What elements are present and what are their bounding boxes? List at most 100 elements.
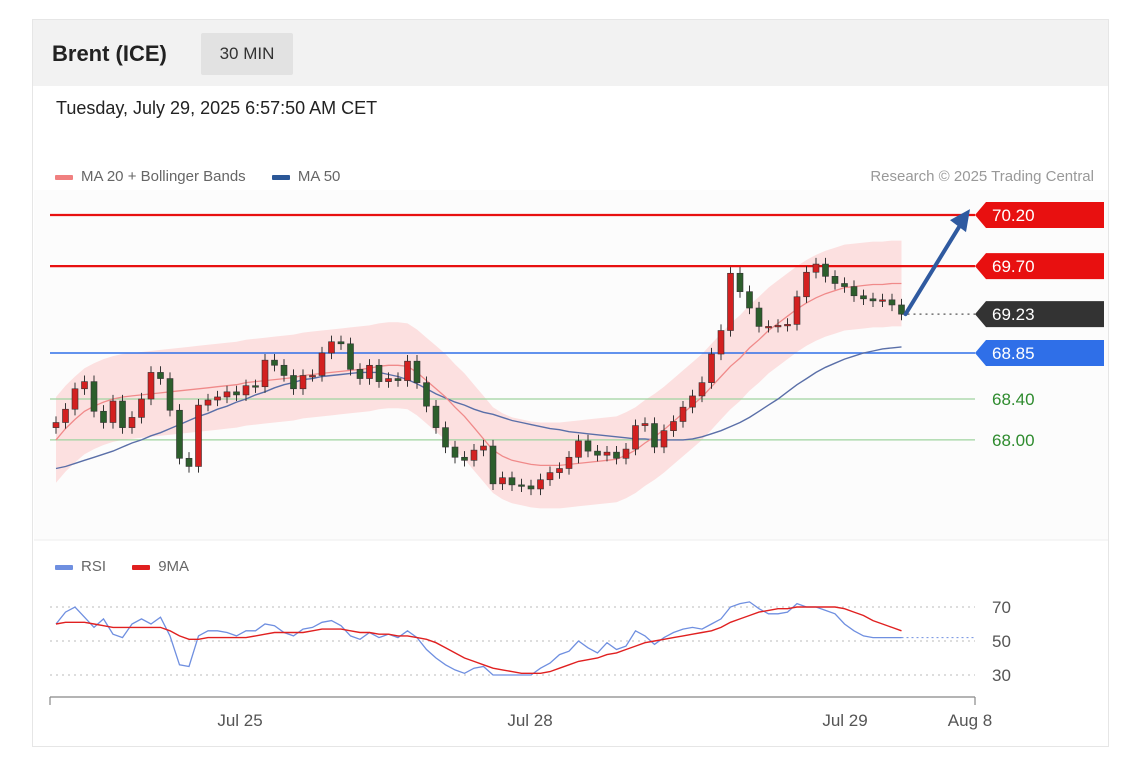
candle-body bbox=[375, 364, 383, 382]
candle-body bbox=[157, 372, 164, 379]
candle-body bbox=[556, 468, 563, 473]
candle-body bbox=[584, 440, 592, 452]
candle-body bbox=[746, 291, 753, 309]
candle-body bbox=[632, 425, 639, 450]
x-axis: Jul 25 Jul 28 Jul 29 Aug 8 bbox=[49, 696, 992, 730]
candle-body bbox=[565, 456, 573, 469]
candle-body bbox=[774, 325, 782, 328]
candle-body bbox=[100, 410, 107, 423]
candle-body bbox=[451, 446, 459, 458]
candle-body bbox=[831, 276, 839, 284]
candle-body bbox=[613, 451, 620, 459]
candle-body bbox=[385, 378, 392, 382]
candle-body bbox=[575, 440, 582, 458]
candle-body bbox=[461, 456, 468, 461]
candle-body bbox=[413, 360, 421, 383]
candle-body bbox=[708, 353, 715, 383]
chart-canvas: 70.2069.7069.2368.8568.4068.00705030Jul … bbox=[34, 190, 1108, 730]
candle-body bbox=[223, 391, 231, 398]
candle-body bbox=[394, 378, 402, 381]
candle-body bbox=[52, 422, 60, 428]
candle-body bbox=[71, 388, 79, 410]
candle-body bbox=[290, 375, 297, 390]
candle-body bbox=[641, 423, 649, 426]
candle-body bbox=[271, 359, 278, 366]
candle-body bbox=[328, 341, 335, 354]
level-label: 69.23 bbox=[992, 305, 1035, 324]
level-label: 68.00 bbox=[992, 431, 1035, 450]
candle-body bbox=[603, 451, 611, 456]
candle-body bbox=[404, 360, 411, 381]
level-label: 68.40 bbox=[992, 390, 1035, 409]
candle-body bbox=[233, 391, 240, 396]
candle-body bbox=[727, 272, 734, 331]
level-label: 68.85 bbox=[992, 344, 1035, 363]
candle-body bbox=[860, 295, 867, 300]
candle-body bbox=[546, 472, 554, 481]
rsi-level-label: 50 bbox=[992, 632, 1011, 651]
candle-body bbox=[442, 427, 449, 448]
candle-body bbox=[679, 406, 687, 422]
candle-body bbox=[822, 263, 829, 277]
candle-body bbox=[888, 299, 896, 306]
x-tick-label: Jul 25 bbox=[217, 711, 262, 730]
candle-body bbox=[280, 364, 288, 376]
candle-body bbox=[717, 330, 725, 355]
candle-body bbox=[850, 286, 858, 297]
candle-body bbox=[869, 298, 877, 302]
candle-body bbox=[508, 477, 516, 486]
candle-body bbox=[518, 484, 525, 487]
candle-body bbox=[147, 372, 155, 400]
x-tick-label: Jul 29 bbox=[822, 711, 867, 730]
candle-body bbox=[594, 450, 601, 456]
candle-body bbox=[670, 421, 677, 431]
candle-body bbox=[356, 369, 364, 379]
candle-body bbox=[527, 485, 535, 490]
candle-body bbox=[879, 299, 886, 302]
x-tick-label: Jul 28 bbox=[507, 711, 552, 730]
candle-body bbox=[622, 448, 630, 459]
candle-body bbox=[793, 296, 801, 325]
candle-body bbox=[62, 408, 69, 423]
candle-body bbox=[318, 352, 326, 376]
candle-body bbox=[166, 378, 174, 411]
candle-body bbox=[432, 405, 440, 428]
candle-body bbox=[128, 417, 136, 428]
candle-body bbox=[81, 381, 88, 390]
candle-body bbox=[119, 400, 126, 428]
candle-body bbox=[366, 364, 373, 379]
candle-body bbox=[812, 263, 820, 273]
candle-body bbox=[841, 283, 848, 287]
candle-body bbox=[138, 398, 145, 418]
candle-body bbox=[784, 324, 791, 327]
level-label: 69.70 bbox=[992, 257, 1035, 276]
candle-body bbox=[185, 457, 193, 467]
candle-body bbox=[195, 404, 202, 467]
candle-body bbox=[242, 385, 250, 396]
candle-body bbox=[736, 272, 744, 292]
candle-body bbox=[90, 381, 98, 412]
candle-body bbox=[803, 271, 810, 298]
candle-body bbox=[765, 326, 772, 329]
candle-body bbox=[898, 304, 905, 315]
candle-body bbox=[651, 423, 658, 448]
candle-body bbox=[204, 399, 212, 406]
candle-body bbox=[423, 382, 430, 407]
candle-body bbox=[214, 396, 221, 401]
candle-body bbox=[252, 385, 259, 388]
candle-body bbox=[347, 343, 354, 370]
rsi-panel: 70 50 30 bbox=[50, 598, 1011, 685]
rsi-line bbox=[55, 601, 902, 676]
x-tick-label: Aug 8 bbox=[948, 711, 992, 730]
candle-body bbox=[480, 445, 487, 451]
candle-body bbox=[309, 375, 316, 378]
rsi-level-label: 70 bbox=[992, 598, 1011, 617]
candle-body bbox=[499, 477, 506, 485]
candle-body bbox=[755, 307, 763, 327]
candle-body bbox=[470, 449, 478, 461]
candle-body bbox=[660, 430, 668, 448]
candle-body bbox=[109, 400, 117, 423]
candle-body bbox=[261, 359, 269, 388]
rsi-9ma-line bbox=[55, 606, 902, 674]
level-label: 70.20 bbox=[992, 206, 1035, 225]
